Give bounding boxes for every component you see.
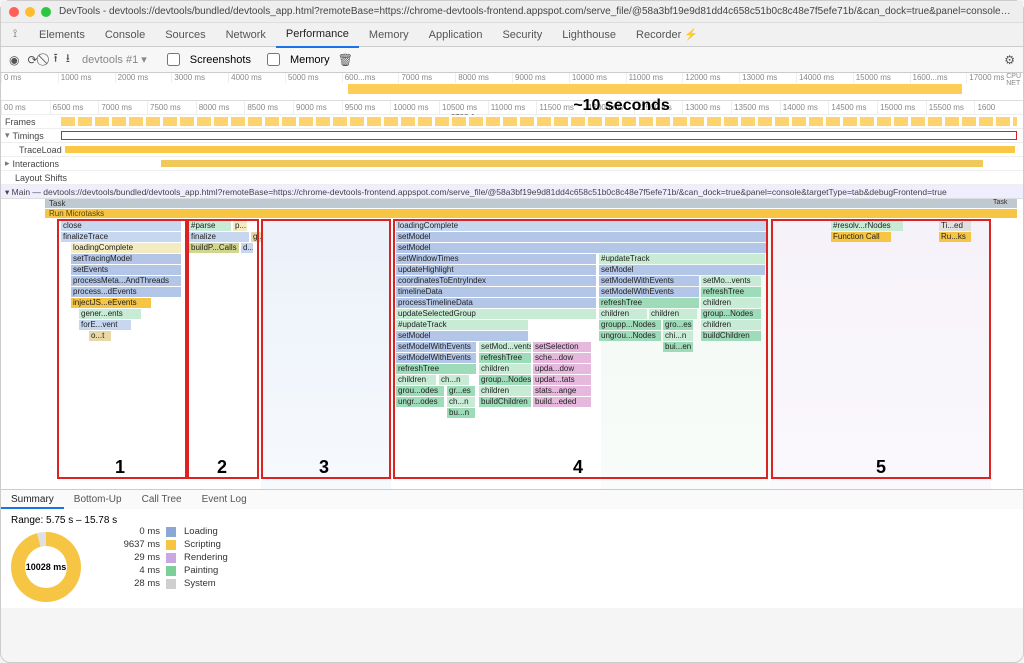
phase-4-label: 4 — [573, 457, 583, 478]
phase-1-label: 1 — [115, 457, 125, 478]
perf-toolbar: ◉ ⟳ ⃠ ⭱ ⭳ devtools #1 ▾ Screenshots Memo… — [1, 47, 1023, 73]
tab-sources[interactable]: Sources — [155, 23, 215, 47]
range-label: Range: 5.75 s – 15.78 s — [11, 515, 1013, 526]
tab-network[interactable]: Network — [216, 23, 276, 47]
tab-elements[interactable]: Elements — [29, 23, 95, 47]
overview-ruler: 0 ms1000 ms2000 ms3000 ms 4000 ms5000 ms… — [1, 73, 1023, 83]
phase-1-box — [57, 219, 187, 479]
phase-3-box — [261, 219, 391, 479]
download-icon[interactable]: ⭳ — [66, 49, 70, 70]
layoutshifts-track[interactable]: Layout Shifts — [1, 171, 1023, 185]
upload-icon[interactable]: ⭱ — [54, 49, 58, 70]
record-icon[interactable]: ◉ — [9, 53, 19, 67]
tab-console[interactable]: Console — [95, 23, 155, 47]
session-select[interactable]: devtools #1 ▾ — [78, 53, 151, 66]
summary-donut: 10028 ms — [11, 532, 81, 602]
tab-application[interactable]: Application — [419, 23, 493, 47]
frames-track[interactable]: Frames — [1, 115, 1023, 129]
trash-icon[interactable]: 🗑 — [338, 53, 353, 67]
timeline-ruler[interactable]: 00 ms6500 ms7000 ms7500 ms 8000 ms8500 m… — [1, 101, 1023, 115]
screenshots-label: Screenshots — [190, 54, 251, 66]
phase-5-label: 5 — [876, 457, 886, 478]
phase-2-label: 2 — [217, 457, 227, 478]
phase-2-box — [187, 219, 259, 479]
phase-4-box — [393, 219, 768, 479]
overview-strip[interactable]: 0 ms1000 ms2000 ms3000 ms 4000 ms5000 ms… — [1, 73, 1023, 101]
tab-security[interactable]: Security — [492, 23, 552, 47]
main-thread-header[interactable]: ▾ Main — devtools://devtools/bundled/dev… — [1, 185, 1023, 199]
memory-checkbox[interactable] — [267, 53, 280, 66]
tab-summary[interactable]: Summary — [1, 490, 64, 509]
summary-legend: 0 msLoading 9637 msScripting 29 msRender… — [105, 526, 228, 589]
gear-icon[interactable]: ⚙ — [1004, 53, 1015, 67]
tab-bottomup[interactable]: Bottom-Up — [64, 490, 132, 509]
overview-labels: CPUNET — [1006, 73, 1021, 87]
tab-lighthouse[interactable]: Lighthouse — [552, 23, 626, 47]
titlebar: DevTools - devtools://devtools/bundled/d… — [1, 1, 1023, 23]
summary-panel: Range: 5.75 s – 15.78 s 10028 ms 0 msLoa… — [1, 509, 1023, 608]
tab-calltree[interactable]: Call Tree — [132, 490, 192, 509]
timings-track[interactable]: ▾Timings — [1, 129, 1023, 143]
timings-outline — [61, 131, 1017, 140]
window-controls — [9, 7, 51, 17]
traceload-track[interactable]: TraceLoad — [1, 143, 1023, 157]
panel-tabs: ⟟ Elements Console Sources Network Perfo… — [1, 23, 1023, 47]
window-title: DevTools - devtools://devtools/bundled/d… — [59, 6, 1015, 17]
summary-total: 10028 ms — [11, 532, 81, 602]
tab-performance[interactable]: Performance — [276, 22, 359, 48]
tab-eventlog[interactable]: Event Log — [192, 490, 257, 509]
memory-label: Memory — [290, 54, 330, 66]
inspect-icon[interactable]: ⟟ — [1, 28, 29, 41]
minimize-icon[interactable] — [25, 7, 35, 17]
cpu-band — [348, 84, 961, 94]
flame-chart[interactable]: Task Task Run Microtasks close finalizeT… — [1, 199, 1023, 489]
traceload-bar — [65, 146, 1015, 153]
task-bar: Task — [45, 199, 1017, 208]
tab-recorder[interactable]: Recorder ⚡ — [626, 23, 708, 47]
tab-memory[interactable]: Memory — [359, 23, 419, 47]
close-icon[interactable] — [9, 7, 19, 17]
phase-3-label: 3 — [319, 457, 329, 478]
run-microtasks-bar: Run Microtasks — [45, 209, 1017, 218]
task-bar-2: Task — [993, 199, 1017, 208]
annotation-10s: ~10 seconds — [573, 97, 670, 115]
details-tabs: Summary Bottom-Up Call Tree Event Log — [1, 489, 1023, 509]
reload-icon[interactable]: ⟳ — [27, 53, 37, 67]
screenshots-checkbox[interactable] — [167, 53, 180, 66]
interactions-track[interactable]: ▸Interactions — [1, 157, 1023, 171]
maximize-icon[interactable] — [41, 7, 51, 17]
phase-5-box — [771, 219, 991, 479]
